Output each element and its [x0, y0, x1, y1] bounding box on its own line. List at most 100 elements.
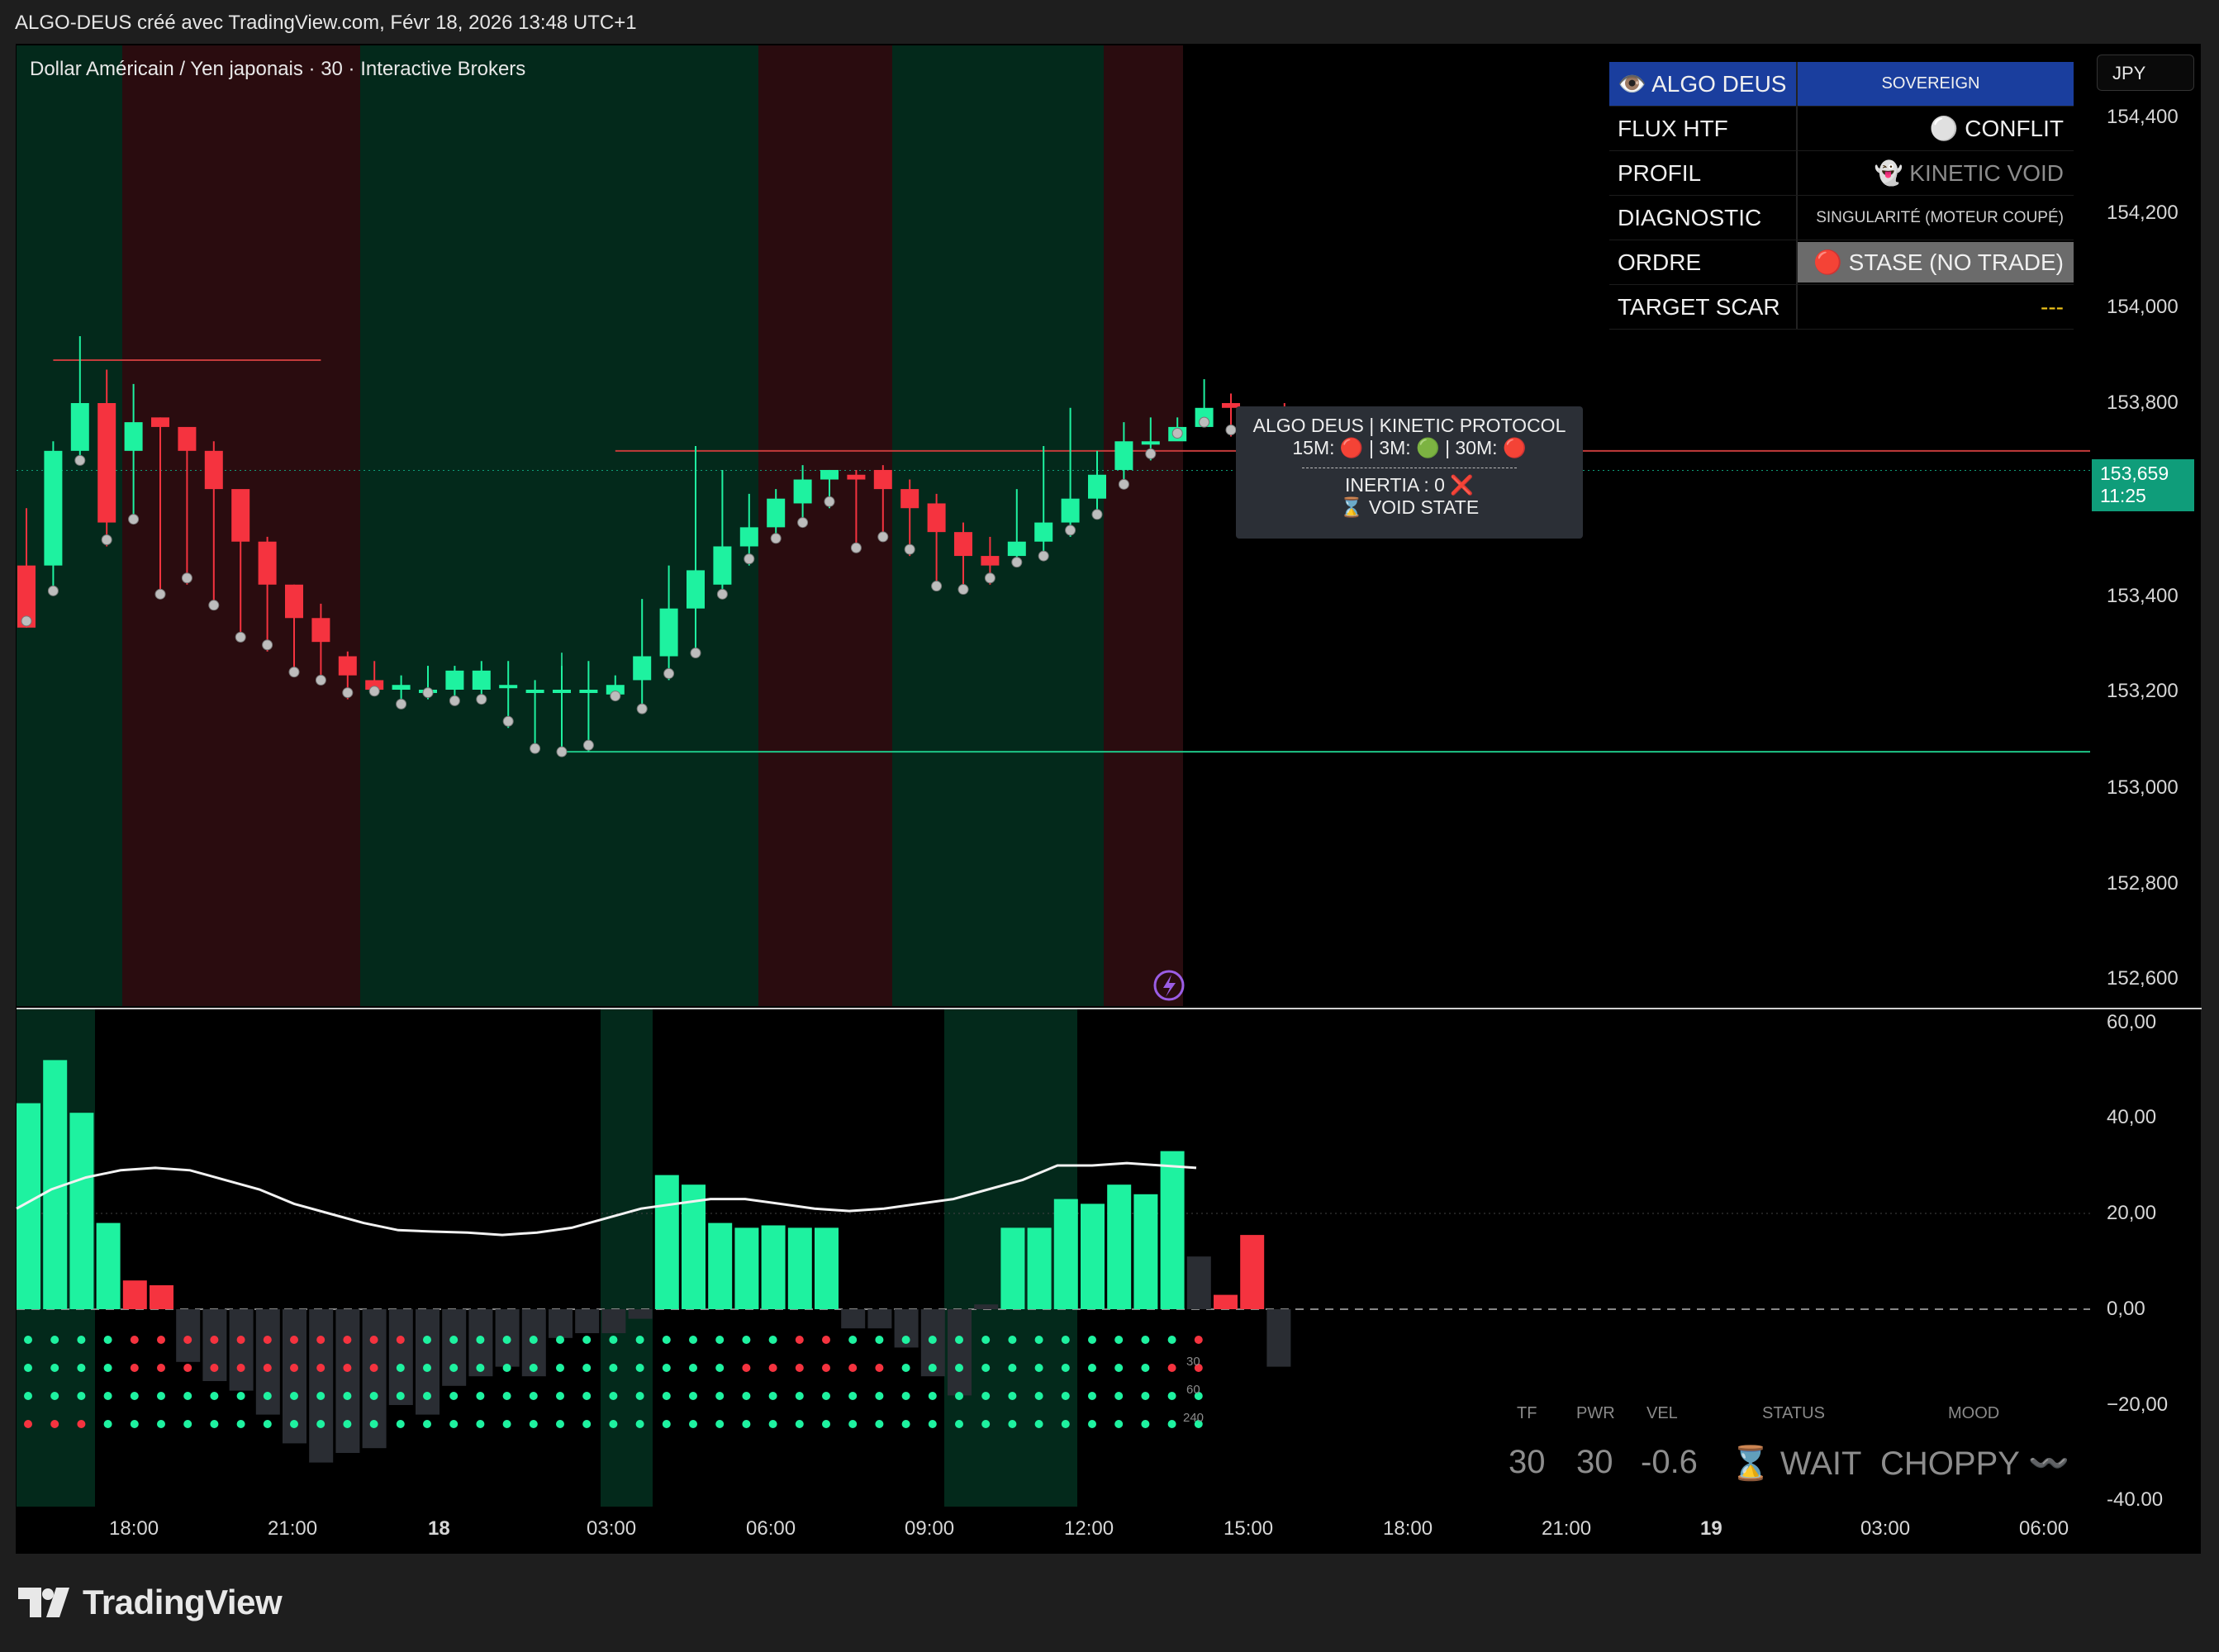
- panel-row-value: SINGULARITÉ (MOTEUR COUPÉ): [1816, 208, 2064, 226]
- panel-row-label: FLUX HTF: [1618, 115, 1728, 141]
- signal-dot: [1167, 1392, 1176, 1400]
- signal-dot: [1061, 1392, 1070, 1400]
- signal-dot: [50, 1364, 59, 1372]
- signal-dot: [662, 1420, 671, 1428]
- price-axis-label: 153,000: [2107, 776, 2179, 799]
- osc-bar: [974, 1304, 999, 1309]
- pivot-dot: [850, 542, 862, 553]
- signal-dot: [369, 1336, 378, 1344]
- currency-button[interactable]: JPY: [2097, 55, 2194, 91]
- candle-body: [97, 403, 116, 523]
- signal-dot: [928, 1392, 937, 1400]
- panel-row-value: 🔴 STASE (NO TRADE): [1798, 242, 2074, 282]
- osc-bar: [122, 1280, 147, 1309]
- signal-dot: [263, 1392, 272, 1400]
- signal-dot: [24, 1392, 32, 1400]
- signal-dot: [157, 1336, 165, 1344]
- signal-dot: [50, 1392, 59, 1400]
- signal-dot: [1114, 1392, 1124, 1400]
- pivot-dot: [797, 517, 809, 529]
- pivot-dot: [315, 674, 326, 686]
- signal-dot: [742, 1392, 751, 1400]
- signal-dot: [316, 1336, 325, 1344]
- panel-row: FLUX HTF ⚪ CONFLIT: [1609, 107, 2074, 151]
- osc-bar: [654, 1175, 679, 1309]
- signal-dot: [103, 1364, 112, 1372]
- time-axis-label: 06:00: [2019, 1517, 2069, 1540]
- signal-dot: [662, 1392, 671, 1400]
- last-price-badge: 153,659 11:25: [2092, 459, 2194, 511]
- signal-dot: [396, 1420, 405, 1428]
- pivot-dot: [368, 686, 380, 697]
- pivot-dot: [342, 687, 354, 699]
- tradingview-logo[interactable]: TradingView: [18, 1583, 283, 1622]
- pivot-dot: [288, 667, 300, 678]
- panel-header-right: SOVEREIGN: [1881, 74, 1980, 93]
- signal-dot: [901, 1392, 910, 1400]
- signal-dot: [130, 1336, 139, 1344]
- time-axis-label: 18:00: [109, 1517, 159, 1540]
- osc-bar: [1266, 1309, 1291, 1367]
- candle-body: [1034, 522, 1053, 542]
- signal-dot: [901, 1364, 910, 1372]
- signal-dot: [210, 1364, 219, 1372]
- osc-bar: [734, 1227, 759, 1309]
- panel-row-label: DIAGNOSTIC: [1618, 204, 1762, 230]
- signal-dot: [689, 1392, 697, 1400]
- osc-bar: [69, 1113, 94, 1309]
- pivot-dot: [610, 691, 621, 702]
- signal-dot: [1034, 1420, 1043, 1428]
- signal-dot: [662, 1364, 671, 1372]
- signal-dot: [955, 1336, 963, 1344]
- pivot-dot: [128, 514, 140, 525]
- time-axis-label: 18: [428, 1517, 450, 1540]
- signal-dot: [928, 1420, 937, 1428]
- panel-header: 👁️ ALGO DEUS SOVEREIGN: [1609, 62, 2074, 107]
- signal-dot: [955, 1364, 963, 1372]
- signal-dot: [396, 1336, 405, 1344]
- signal-dot: [423, 1420, 431, 1428]
- signal-dot: [529, 1392, 538, 1400]
- price-axis-label: 153,400: [2107, 585, 2179, 607]
- pivot-dot: [502, 715, 514, 727]
- osc-bar: [309, 1309, 334, 1463]
- pivot-dot: [1171, 427, 1183, 439]
- signal-dot: [1167, 1420, 1176, 1428]
- dot-row-label: 60: [1186, 1383, 1200, 1397]
- signal-dot: [1088, 1420, 1096, 1428]
- signal-dot: [1061, 1364, 1070, 1372]
- signal-dot: [1194, 1336, 1203, 1344]
- pivot-dot: [690, 648, 701, 659]
- signal-dot: [1034, 1364, 1043, 1372]
- osc-axis-label: -40.00: [2107, 1488, 2164, 1511]
- signal-dot: [236, 1336, 245, 1344]
- status-value: -0.6: [1641, 1444, 1698, 1480]
- signal-dot: [1008, 1420, 1017, 1428]
- pivot-dot: [1038, 550, 1049, 562]
- signal-dot: [662, 1336, 671, 1344]
- signal-dot: [609, 1336, 618, 1344]
- signal-dot: [1088, 1392, 1096, 1400]
- signal-dot: [635, 1392, 644, 1400]
- panel-row-label: PROFIL: [1618, 159, 1702, 186]
- candle-body: [900, 489, 919, 509]
- candle-body: [525, 690, 544, 693]
- signal-dot: [875, 1420, 884, 1428]
- signal-dot: [157, 1420, 165, 1428]
- signal-dot: [875, 1364, 884, 1372]
- signal-dot: [316, 1392, 325, 1400]
- signal-dot: [928, 1336, 937, 1344]
- pivot-dot: [582, 739, 594, 751]
- osc-bar: [150, 1285, 173, 1309]
- osc-bar: [708, 1222, 733, 1309]
- signal-dot: [955, 1420, 963, 1428]
- signal-dot: [1008, 1364, 1017, 1372]
- osc-bar: [1160, 1151, 1185, 1309]
- candle-body: [311, 618, 330, 643]
- signal-dot: [343, 1392, 352, 1400]
- signal-dot: [449, 1364, 459, 1372]
- osc-bar: [335, 1309, 360, 1453]
- signal-dot: [848, 1336, 858, 1344]
- signal-dot: [236, 1420, 245, 1428]
- signal-dot: [1034, 1336, 1043, 1344]
